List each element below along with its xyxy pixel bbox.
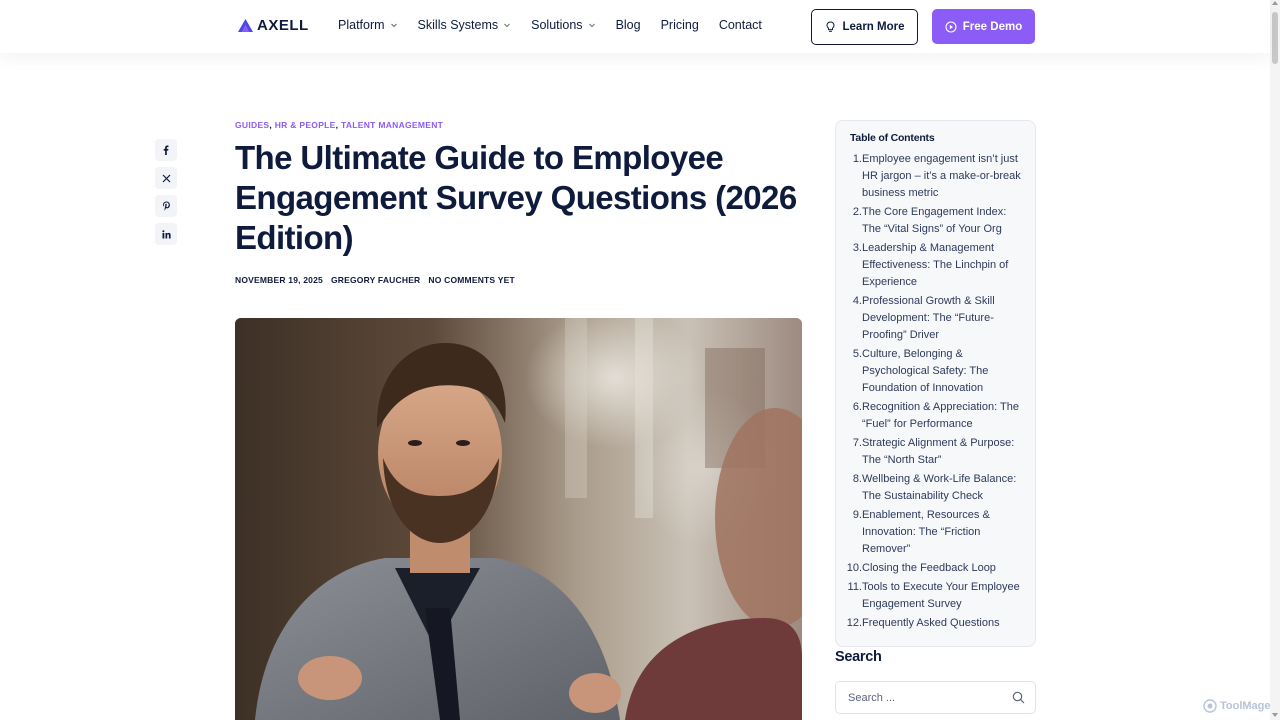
scroll-up-arrow[interactable] [1272, 1, 1278, 5]
category-link[interactable]: TALENT MANAGEMENT [341, 120, 443, 130]
toc-item[interactable]: 3. Leadership & Management Effectiveness:… [836, 240, 1037, 291]
learn-more-button[interactable]: Learn More [811, 9, 918, 45]
toc-item-number: 11. [847, 581, 862, 593]
play-circle-icon [945, 20, 957, 33]
toc-item-number: 4. [852, 295, 862, 307]
share-facebook-button[interactable] [155, 139, 177, 161]
toc-item[interactable]: 9. Enablement, Resources & Innovation: Th… [836, 507, 1037, 558]
toc-item-link[interactable]: Frequently Asked Questions [862, 617, 1000, 629]
toc-item-link[interactable]: Recognition & Appreciation: The “Fuel” f… [862, 401, 1019, 430]
facebook-icon [163, 145, 169, 155]
chevron-down-icon [504, 23, 511, 28]
scroll-thumb[interactable] [1272, 12, 1278, 64]
logo[interactable]: AXELL [238, 17, 309, 34]
article-date: NOVEMBER 19, 2025 [235, 275, 323, 285]
site-header: AXELL Platform Skills Systems Solutions … [0, 0, 1270, 53]
chevron-down-icon [390, 23, 397, 28]
toc-item[interactable]: 8. Wellbeing & Work-Life Balance: The Sus… [836, 471, 1037, 505]
toc-item[interactable]: 1. Employee engagement isn’t just HR jarg… [836, 151, 1037, 202]
toc-item[interactable]: 12. Frequently Asked Questions [836, 615, 1037, 632]
chevron-down-icon [588, 23, 595, 28]
nav-item-contact[interactable]: Contact [719, 18, 762, 32]
toc-item-number: 12. [846, 617, 862, 629]
toc-item[interactable]: 11. Tools to Execute Your Employee Engage… [836, 579, 1037, 613]
main-nav: Platform Skills Systems Solutions Blog P… [338, 18, 782, 32]
toc-item-link[interactable]: Strategic Alignment & Purpose: The “Nort… [862, 437, 1014, 466]
toc-list: 1. Employee engagement isn’t just HR jarg… [836, 151, 1037, 634]
search-widget-title: Search [835, 649, 882, 665]
toc-item-number: 3. [852, 242, 862, 254]
toc-item[interactable]: 10. Closing the Feedback Loop [836, 560, 1037, 577]
watermark-text: ToolMage [1220, 700, 1271, 712]
watermark-logo-icon [1203, 699, 1217, 713]
nav-item-pricing[interactable]: Pricing [661, 18, 699, 32]
toc-item-number: 5. [852, 348, 862, 360]
toc-item-number: 1. [852, 153, 862, 165]
toc-item-number: 2. [852, 206, 862, 218]
lightbulb-icon [825, 21, 835, 32]
nav-label: Pricing [660, 18, 699, 32]
toc-item[interactable]: 4. Professional Growth & Skill Developmen… [836, 293, 1037, 344]
nav-item-platform[interactable]: Platform [338, 18, 398, 32]
category-link[interactable]: HR & PEOPLE [275, 120, 336, 130]
share-x-button[interactable] [155, 167, 177, 189]
share-linkedin-button[interactable] [155, 223, 177, 245]
pinterest-icon [162, 201, 170, 211]
share-bar [155, 139, 177, 245]
toc-item-number: 6. [852, 401, 862, 413]
toc-item-link[interactable]: Professional Growth & Skill Development:… [862, 295, 995, 341]
toc-title: Table of Contents [850, 132, 935, 144]
category-link[interactable]: GUIDES [235, 120, 269, 130]
article-meta: NOVEMBER 19, 2025 GREGORY FAUCHER NO COM… [235, 275, 515, 285]
article-title: The Ultimate Guide to Employee Engagemen… [235, 139, 797, 256]
article-author[interactable]: GREGORY FAUCHER [331, 275, 420, 285]
linkedin-icon [161, 229, 171, 238]
toc-item-link[interactable]: Closing the Feedback Loop [862, 562, 996, 574]
toc-item-link[interactable]: Enablement, Resources & Innovation: The … [862, 509, 990, 555]
toc-item[interactable]: 2. The Core Engagement Index: The “Vital … [836, 204, 1037, 238]
article-comments[interactable]: NO COMMENTS YET [428, 275, 514, 285]
hero-image [235, 318, 802, 720]
toc-item[interactable]: 7. Strategic Alignment & Purpose: The “No… [836, 435, 1037, 469]
nav-label: Contact [718, 18, 762, 32]
nav-label: Blog [615, 18, 641, 32]
table-of-contents: Table of Contents 1. Employee engagement … [835, 120, 1036, 647]
toc-item-number: 10. [846, 562, 862, 574]
toc-item-link[interactable]: Employee engagement isn’t just HR jargon… [862, 153, 1021, 199]
nav-label: Solutions [531, 18, 583, 32]
free-demo-label: Free Demo [962, 20, 1023, 33]
nav-item-solutions[interactable]: Solutions [531, 18, 595, 32]
x-icon [162, 174, 170, 182]
toc-item-number: 9. [852, 509, 862, 521]
toc-item[interactable]: 5. Culture, Belonging & Psychological Saf… [836, 346, 1037, 397]
toc-item-link[interactable]: Wellbeing & Work-Life Balance: The Susta… [862, 473, 1016, 502]
share-pinterest-button[interactable] [155, 195, 177, 217]
search-icon[interactable] [1012, 691, 1025, 704]
free-demo-button[interactable]: Free Demo [932, 9, 1035, 44]
toc-item-link[interactable]: Culture, Belonging & Psychological Safet… [862, 348, 988, 394]
nav-label: Platform [338, 18, 385, 32]
toc-item-number: 8. [852, 473, 862, 485]
watermark: ToolMage [1203, 699, 1271, 713]
toc-item[interactable]: 6. Recognition & Appreciation: The “Fuel”… [836, 399, 1037, 433]
hero-photo [235, 318, 802, 720]
nav-item-skills-systems[interactable]: Skills Systems [418, 18, 512, 32]
nav-label: Skills Systems [417, 18, 499, 32]
toc-item-number: 7. [852, 437, 862, 449]
logo-text: AXELL [257, 17, 309, 34]
search-input[interactable] [848, 689, 998, 707]
scroll-down-arrow[interactable] [1272, 713, 1278, 717]
toc-item-link[interactable]: The Core Engagement Index: The “Vital Si… [862, 206, 1006, 235]
article-categories: GUIDES, HR & PEOPLE, TALENT MANAGEMENT [235, 120, 444, 130]
toc-item-link[interactable]: Leadership & Management Effectiveness: T… [862, 242, 1008, 288]
toc-item-link[interactable]: Tools to Execute Your Employee Engagemen… [862, 581, 1020, 610]
page-scrollbar[interactable] [1270, 0, 1280, 720]
logo-icon [238, 19, 253, 32]
search-box [835, 681, 1036, 714]
nav-item-blog[interactable]: Blog [616, 18, 641, 32]
learn-more-label: Learn More [842, 21, 905, 33]
